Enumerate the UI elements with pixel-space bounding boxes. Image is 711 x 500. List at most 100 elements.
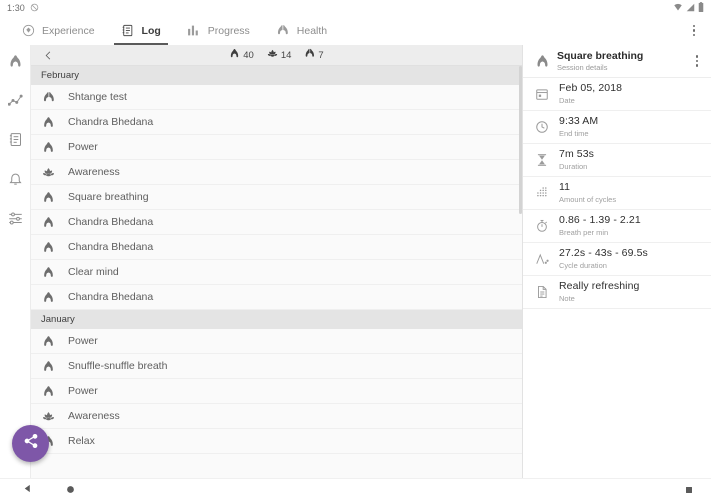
- lungs-icon: [41, 291, 55, 304]
- status-bar-left: 1:30: [7, 0, 39, 17]
- rail-item-reminders[interactable]: [4, 170, 26, 192]
- detail-header-text: Square breathing Session details: [557, 50, 687, 73]
- drop-shield-icon: [21, 24, 35, 38]
- lotus-icon: [41, 166, 55, 179]
- list-item[interactable]: Chandra Bhedana: [31, 210, 522, 235]
- month-header-january: January: [31, 310, 522, 329]
- bell-icon: [8, 171, 23, 191]
- list-item-label: Chandra Bhedana: [68, 116, 154, 128]
- month-label: January: [41, 314, 75, 325]
- rail-item-log[interactable]: [4, 131, 26, 153]
- main-content: 40 14 7 February Shtange test Chandra Bh…: [0, 45, 711, 478]
- list-item-label: Power: [68, 141, 98, 153]
- detail-label-note: Note: [559, 294, 575, 303]
- list-item[interactable]: Power: [31, 135, 522, 160]
- app-root: 1:30 Experience Log Progress Health 40 1…: [0, 0, 711, 500]
- page-title: Square breathing: [557, 49, 644, 62]
- lotus-icon: [41, 410, 55, 423]
- detail-row-note: Really refreshing Note: [523, 276, 711, 309]
- counter-awareness: 14: [267, 48, 292, 62]
- list-scrollbar[interactable]: [519, 66, 522, 478]
- scrollbar-thumb[interactable]: [519, 66, 522, 214]
- tab-experience-label: Experience: [42, 24, 95, 37]
- session-detail-panel: Square breathing Session details Feb 05,…: [523, 45, 711, 478]
- counter-awareness-value: 14: [280, 49, 292, 61]
- tab-health[interactable]: Health: [263, 16, 340, 45]
- lungs-icon: [41, 116, 55, 129]
- list-item-label: Shtange test: [68, 91, 127, 103]
- session-list-scroller[interactable]: February Shtange test Chandra Bhedana Po…: [31, 66, 522, 478]
- list-item[interactable]: Awareness: [31, 160, 522, 185]
- detail-row-breath-per-min: 0.86 - 1.39 - 2.21 Breath per min: [523, 210, 711, 243]
- lotus-icon: [267, 48, 278, 62]
- list-item[interactable]: Chandra Bhedana: [31, 235, 522, 260]
- lungs-icon: [41, 360, 55, 373]
- detail-value-breath-per-min: 0.86 - 1.39 - 2.21: [559, 214, 641, 226]
- list-item[interactable]: Awareness: [31, 404, 522, 429]
- battery-icon: [698, 0, 704, 17]
- list-item[interactable]: Shtange test: [31, 85, 522, 110]
- no-alarm-icon: [30, 0, 39, 17]
- tab-health-label: Health: [296, 24, 328, 37]
- clock-icon: [533, 120, 551, 134]
- detail-label-cycles: Amount of cycles: [559, 195, 617, 204]
- list-item[interactable]: Power: [31, 379, 522, 404]
- rail-item-breathing[interactable]: [4, 53, 26, 75]
- more-vertical-icon[interactable]: [683, 16, 705, 45]
- rail-item-settings[interactable]: [4, 209, 26, 231]
- tab-progress[interactable]: Progress: [174, 16, 263, 45]
- list-item[interactable]: Power: [31, 329, 522, 354]
- month-label: February: [41, 70, 80, 81]
- counter-health: 7: [304, 48, 324, 62]
- share-icon: [23, 433, 39, 454]
- counter-breathing: 40: [229, 48, 254, 62]
- list-item-label: Relax: [68, 435, 95, 447]
- list-item-label: Square breathing: [68, 191, 149, 203]
- list-item-label: Chandra Bhedana: [68, 291, 154, 303]
- list-item[interactable]: Chandra Bhedana: [31, 110, 522, 135]
- list-item-label: Power: [68, 385, 98, 397]
- lungs-icon: [41, 266, 55, 279]
- dots-grid-icon: [533, 186, 551, 200]
- lungs-icon: [8, 54, 23, 74]
- heart-lungs-icon: [41, 91, 55, 104]
- detail-value-cycle-duration: 27.2s - 43s - 69.5s: [559, 247, 648, 259]
- journal-icon: [121, 24, 135, 38]
- detail-label-breath-per-min: Breath per min: [559, 228, 609, 237]
- detail-value-end-time: 9:33 AM: [559, 115, 599, 127]
- bar-chart-icon: [187, 24, 201, 38]
- more-vertical-icon[interactable]: [687, 48, 707, 74]
- lungs-icon: [41, 241, 55, 254]
- detail-label-cycle-duration: Cycle duration: [559, 261, 607, 270]
- counter-breathing-value: 40: [243, 49, 254, 61]
- detail-row-date: Feb 05, 2018 Date: [523, 78, 711, 111]
- list-item[interactable]: Snuffle-snuffle breath: [31, 354, 522, 379]
- lungs-icon: [41, 191, 55, 204]
- chevron-left-icon[interactable]: [31, 45, 65, 66]
- triangle-back-icon[interactable]: [22, 481, 33, 499]
- stopwatch-icon: [533, 219, 551, 233]
- tab-experience[interactable]: Experience: [8, 16, 108, 45]
- top-tab-bar: Experience Log Progress Health: [0, 16, 711, 45]
- detail-header: Square breathing Session details: [523, 45, 711, 78]
- list-item[interactable]: Square breathing: [31, 185, 522, 210]
- hourglass-icon: [533, 153, 551, 167]
- session-list-column: 40 14 7 February Shtange test Chandra Bh…: [31, 45, 523, 478]
- square-recents-icon[interactable]: [685, 481, 693, 499]
- sliders-icon: [8, 210, 23, 230]
- detail-subtitle: Session details: [557, 62, 608, 72]
- circle-home-icon[interactable]: [66, 481, 75, 499]
- tab-log[interactable]: Log: [108, 16, 174, 45]
- list-item-label: Power: [68, 335, 98, 347]
- lungs-icon: [533, 54, 551, 69]
- lungs-icon: [41, 385, 55, 398]
- detail-value-cycles: 11: [559, 181, 571, 193]
- list-item[interactable]: Clear mind: [31, 260, 522, 285]
- rail-item-statistics[interactable]: [4, 92, 26, 114]
- share-fab-button[interactable]: [12, 425, 49, 462]
- list-item[interactable]: Relax: [31, 429, 522, 454]
- calendar-icon: [533, 87, 551, 101]
- detail-label-end-time: End time: [559, 129, 589, 138]
- left-rail: [0, 45, 31, 478]
- list-item[interactable]: Chandra Bhedana: [31, 285, 522, 310]
